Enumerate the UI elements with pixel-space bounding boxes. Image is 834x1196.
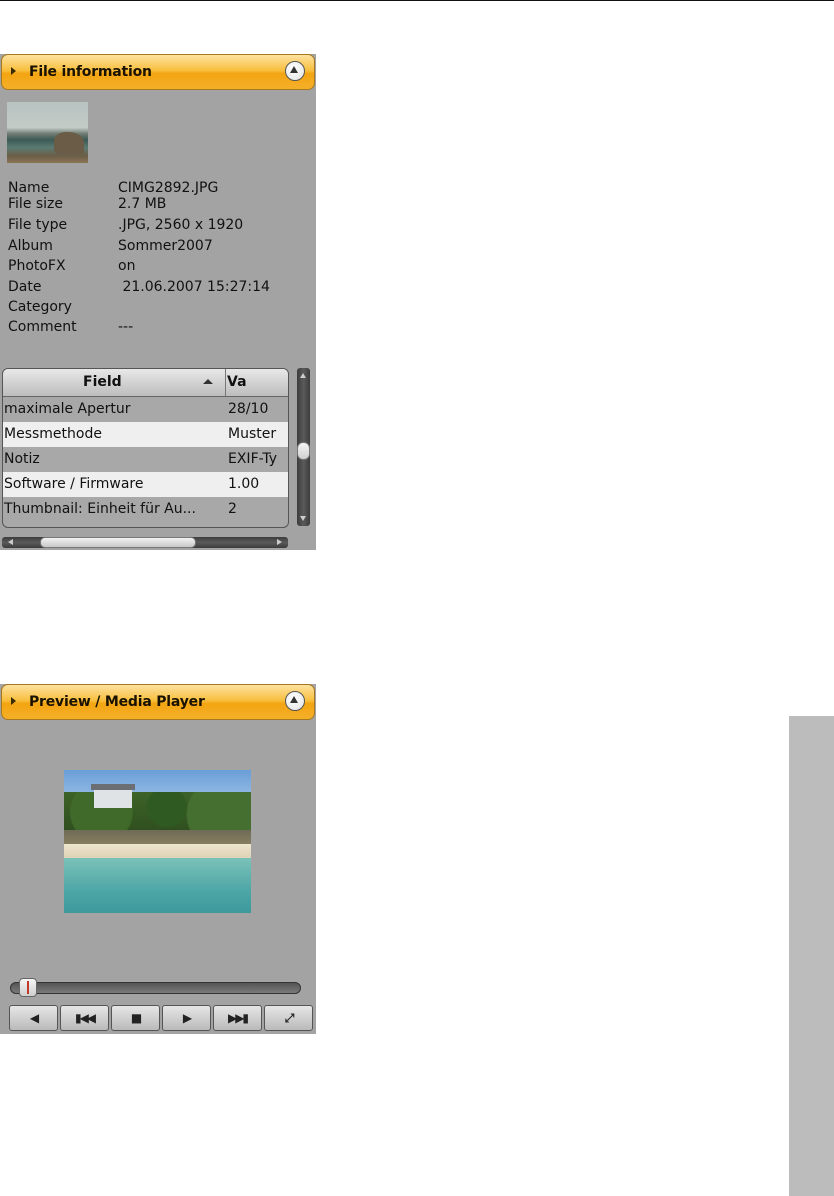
detail-label: Album: [8, 237, 53, 254]
cell-value: 1.00: [228, 476, 260, 492]
exif-table: Field Va maximale Apertur 28/10 Messmeth…: [2, 368, 289, 528]
detail-row-category: Category: [8, 297, 308, 317]
file-details-list: Name CIMG2892.JPG File size 2.7 MB File …: [8, 178, 308, 338]
file-thumbnail: [7, 102, 88, 163]
detail-label: File size: [8, 196, 64, 213]
table-row[interactable]: maximale Apertur 28/10: [3, 397, 288, 422]
column-header-field[interactable]: Field: [3, 369, 226, 396]
side-tab: [789, 716, 834, 1196]
cell-value: EXIF-Ty: [228, 451, 278, 467]
detail-value: 21.06.2007 15:27:14: [118, 278, 270, 295]
cell-field: Notiz: [4, 451, 40, 467]
table-row[interactable]: Software / Firmware 1.00: [3, 472, 288, 497]
detail-row-photofx: PhotoFX on: [8, 256, 308, 276]
table-row[interactable]: Notiz EXIF-Ty: [3, 447, 288, 472]
mute-icon[interactable]: ◀: [9, 1005, 58, 1031]
stop-icon[interactable]: ■: [111, 1005, 160, 1031]
previous-icon[interactable]: ▮◀◀: [60, 1005, 109, 1031]
detail-value: .JPG, 2560 x 1920: [118, 217, 244, 234]
column-header-value[interactable]: Va: [227, 374, 247, 390]
seek-handle[interactable]: [19, 978, 38, 997]
expand-arrow-icon: [11, 67, 16, 75]
panel-title: File information: [29, 64, 152, 80]
preview-header[interactable]: Preview / Media Player: [1, 684, 315, 720]
detail-label: Category: [8, 298, 72, 315]
detail-value: on: [118, 258, 136, 275]
detail-value: 2.7 MB: [118, 196, 167, 213]
top-rule: [0, 0, 834, 1]
vertical-scroll-thumb[interactable]: [297, 442, 310, 460]
scroll-down-icon[interactable]: [300, 516, 306, 521]
cell-value: 2: [228, 501, 237, 517]
detail-value: Sommer2007: [118, 237, 213, 254]
sort-ascending-icon: [203, 379, 213, 384]
detail-row-file-type: File type .JPG, 2560 x 1920: [8, 215, 308, 235]
detail-row-file-size: File size 2.7 MB: [8, 196, 308, 215]
preview-media-player-panel: Preview / Media Player ◀ ▮◀◀ ■ ▶ ▶▶▮ ⤢: [0, 684, 316, 1034]
detail-value: ---: [118, 319, 134, 336]
preview-image: [64, 770, 251, 913]
playback-controls: ◀ ▮◀◀ ■ ▶ ▶▶▮ ⤢: [9, 1005, 313, 1031]
column-header-label: Field: [83, 374, 122, 390]
table-row[interactable]: Thumbnail: Einheit für Au... 2: [3, 497, 288, 522]
next-icon[interactable]: ▶▶▮: [213, 1005, 262, 1031]
cell-value: 28/10: [228, 401, 269, 417]
horizontal-scroll-thumb[interactable]: [40, 537, 196, 548]
table-row[interactable]: Messmethode Muster: [3, 422, 288, 447]
cell-field: Thumbnail: Einheit für Au...: [4, 501, 196, 517]
expand-arrow-icon: [11, 697, 16, 705]
detail-label: File type: [8, 217, 68, 234]
seek-bar[interactable]: [10, 982, 301, 994]
scroll-up-icon[interactable]: [300, 373, 306, 378]
file-information-header[interactable]: File information: [1, 54, 315, 90]
vertical-scrollbar[interactable]: [297, 368, 310, 526]
detail-label: Comment: [8, 319, 77, 336]
cell-value: Muster: [228, 426, 277, 442]
fullscreen-icon[interactable]: ⤢: [264, 1005, 313, 1031]
cell-field: maximale Apertur: [4, 401, 131, 417]
scroll-right-icon[interactable]: [277, 539, 282, 545]
play-icon[interactable]: ▶: [162, 1005, 211, 1031]
collapse-icon[interactable]: [285, 61, 305, 81]
horizontal-scrollbar[interactable]: [2, 537, 288, 548]
cell-field: Messmethode: [4, 426, 102, 442]
detail-row-comment: Comment ---: [8, 317, 308, 337]
detail-row-date: Date 21.06.2007 15:27:14: [8, 277, 308, 297]
cell-field: Software / Firmware: [4, 476, 144, 492]
detail-row-album: Album Sommer2007: [8, 236, 308, 256]
table-header: Field Va: [3, 369, 288, 397]
panel-title: Preview / Media Player: [29, 694, 205, 710]
scroll-left-icon[interactable]: [8, 539, 13, 545]
detail-label: Date: [8, 278, 42, 295]
collapse-icon[interactable]: [285, 691, 305, 711]
file-information-panel: File information Name CIMG2892.JPG File …: [0, 54, 316, 550]
detail-label: PhotoFX: [8, 258, 66, 275]
